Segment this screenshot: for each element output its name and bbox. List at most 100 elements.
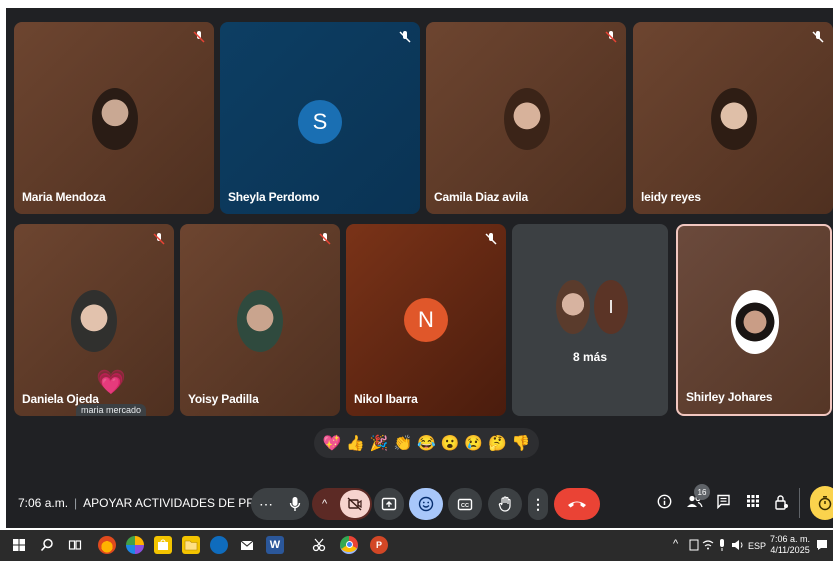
participant-avatar: I	[594, 280, 628, 334]
participant-name: Shirley Johares	[686, 390, 773, 404]
mic-off-icon	[485, 233, 497, 245]
photos-icon[interactable]	[126, 536, 144, 554]
participant-tile[interactable]: Shirley Johares	[676, 224, 832, 416]
reaction-thinking[interactable]: 🤔	[488, 436, 507, 451]
taskbar-date: 4/11/2025	[770, 545, 810, 555]
chat-button[interactable]	[716, 494, 731, 513]
camera-control[interactable]: ^	[312, 488, 372, 520]
meeting-details-button[interactable]	[657, 494, 672, 513]
word-icon[interactable]: W	[266, 536, 284, 554]
taskbar-clock[interactable]: 7:06 a. m. 4/11/2025	[770, 534, 810, 556]
more-audio-options-icon[interactable]: ⋯	[259, 496, 273, 513]
reaction-laugh[interactable]: 😂	[417, 436, 436, 451]
people-button[interactable]: 16	[686, 484, 710, 513]
file-explorer-icon[interactable]	[182, 536, 200, 554]
end-call-icon	[568, 501, 586, 508]
meet-window: Maria Mendoza S Sheyla Perdomo Camila Di…	[6, 8, 833, 528]
reactions-bar: 💖 👍 🎉 👏 😂 😮 😢 🤔 👎	[314, 428, 539, 458]
mic-off-icon	[319, 233, 331, 245]
reactions-button[interactable]	[409, 488, 443, 520]
chevron-up-icon[interactable]: ^	[322, 498, 327, 510]
reaction-party[interactable]: 🎉	[370, 436, 389, 451]
captions-button[interactable]: CC	[448, 488, 482, 520]
participant-name: Camila Diaz avila	[434, 190, 528, 204]
participant-photo	[504, 88, 550, 150]
notifications-icon[interactable]	[815, 536, 829, 554]
reaction-heart[interactable]: 💖	[322, 436, 341, 451]
info-icon	[657, 494, 672, 509]
lock-person-icon	[775, 495, 788, 510]
participant-photo	[92, 88, 138, 150]
meeting-time: 7:06 a.m.	[18, 496, 69, 510]
chat-icon	[717, 494, 730, 510]
chrome-icon[interactable]	[340, 536, 358, 554]
raise-hand-button[interactable]	[488, 488, 522, 520]
people-count-badge: 16	[694, 484, 710, 500]
captions-icon: CC	[457, 498, 473, 510]
participant-tile[interactable]: Maria Mendoza	[14, 22, 214, 214]
windows-taskbar: W P ^ ESP 7:06 a. m. 4/11/2025	[0, 530, 833, 561]
svg-text:CC: CC	[461, 503, 469, 509]
edge-icon[interactable]	[210, 536, 228, 554]
more-participants-tile[interactable]: I 8 más	[512, 224, 668, 416]
host-controls-button[interactable]	[774, 494, 789, 514]
reaction-thumbs-up[interactable]: 👍	[346, 436, 365, 451]
participant-tile[interactable]: Camila Diaz avila	[426, 22, 626, 214]
windows-start-icon[interactable]	[10, 536, 28, 554]
timer-icon	[818, 496, 832, 511]
participant-avatar: N	[404, 298, 448, 342]
present-button[interactable]	[374, 488, 404, 520]
camera-toggle-button[interactable]	[340, 490, 370, 518]
participant-tile[interactable]: Yoisy Padilla	[180, 224, 340, 416]
mic-off-icon	[605, 31, 617, 43]
mic-icon[interactable]	[289, 496, 301, 512]
microphone-icon[interactable]	[716, 536, 728, 554]
wifi-icon[interactable]	[702, 536, 714, 554]
firefox-icon[interactable]	[98, 536, 116, 554]
participant-photo	[556, 280, 590, 334]
participant-tile[interactable]: leidy reyes	[633, 22, 833, 214]
reaction-surprised[interactable]: 😮	[441, 436, 460, 451]
taskbar-time: 7:06 a. m.	[770, 534, 811, 544]
present-screen-icon	[381, 497, 397, 511]
reaction-clap[interactable]: 👏	[393, 436, 412, 451]
participant-tile[interactable]: 💗 Daniela Ojeda maria mercado	[14, 224, 174, 416]
mic-off-icon	[812, 31, 824, 43]
participant-name: leidy reyes	[641, 190, 701, 204]
floating-reaction: 💗	[96, 369, 126, 396]
timer-button[interactable]	[810, 486, 833, 520]
participant-photo	[237, 290, 283, 352]
mic-off-icon	[153, 233, 165, 245]
toolbar-divider	[799, 488, 800, 518]
more-options-button[interactable]: ⋮	[528, 488, 548, 520]
snipping-tool-icon[interactable]	[310, 536, 328, 554]
leave-call-button[interactable]	[554, 488, 600, 520]
reaction-sad[interactable]: 😢	[464, 436, 483, 451]
more-participants-label: 8 más	[572, 350, 608, 364]
search-icon[interactable]	[38, 536, 56, 554]
mail-icon[interactable]	[238, 536, 256, 554]
chevron-up-icon[interactable]: ^	[673, 539, 678, 550]
participant-tile[interactable]: S Sheyla Perdomo	[220, 22, 420, 214]
reaction-thumbs-down[interactable]: 👎	[512, 436, 531, 451]
mic-control[interactable]: ⋯	[251, 488, 309, 520]
meeting-info: 7:06 a.m. | APOYAR ACTIVIDADES DE PROM...	[18, 496, 285, 510]
camera-off-icon	[347, 497, 362, 511]
input-language[interactable]: ESP	[748, 541, 766, 552]
apps-grid-icon	[747, 495, 759, 507]
participant-photo	[71, 290, 117, 352]
activities-button[interactable]	[746, 494, 760, 512]
volume-icon[interactable]	[731, 536, 745, 554]
powerpoint-icon[interactable]: P	[370, 536, 388, 554]
hand-icon	[498, 496, 511, 512]
meeting-controls: 7:06 a.m. | APOYAR ACTIVIDADES DE PROM... …	[6, 478, 833, 528]
task-view-icon[interactable]	[66, 536, 84, 554]
onedrive-icon[interactable]	[688, 536, 700, 554]
participant-avatar: S	[298, 100, 342, 144]
participant-tile[interactable]: N Nikol Ibarra	[346, 224, 506, 416]
mic-off-icon	[399, 31, 411, 43]
store-icon[interactable]	[154, 536, 172, 554]
participant-name: Maria Mendoza	[22, 190, 106, 204]
mic-off-icon	[193, 31, 205, 43]
participant-name: Yoisy Padilla	[188, 392, 259, 406]
